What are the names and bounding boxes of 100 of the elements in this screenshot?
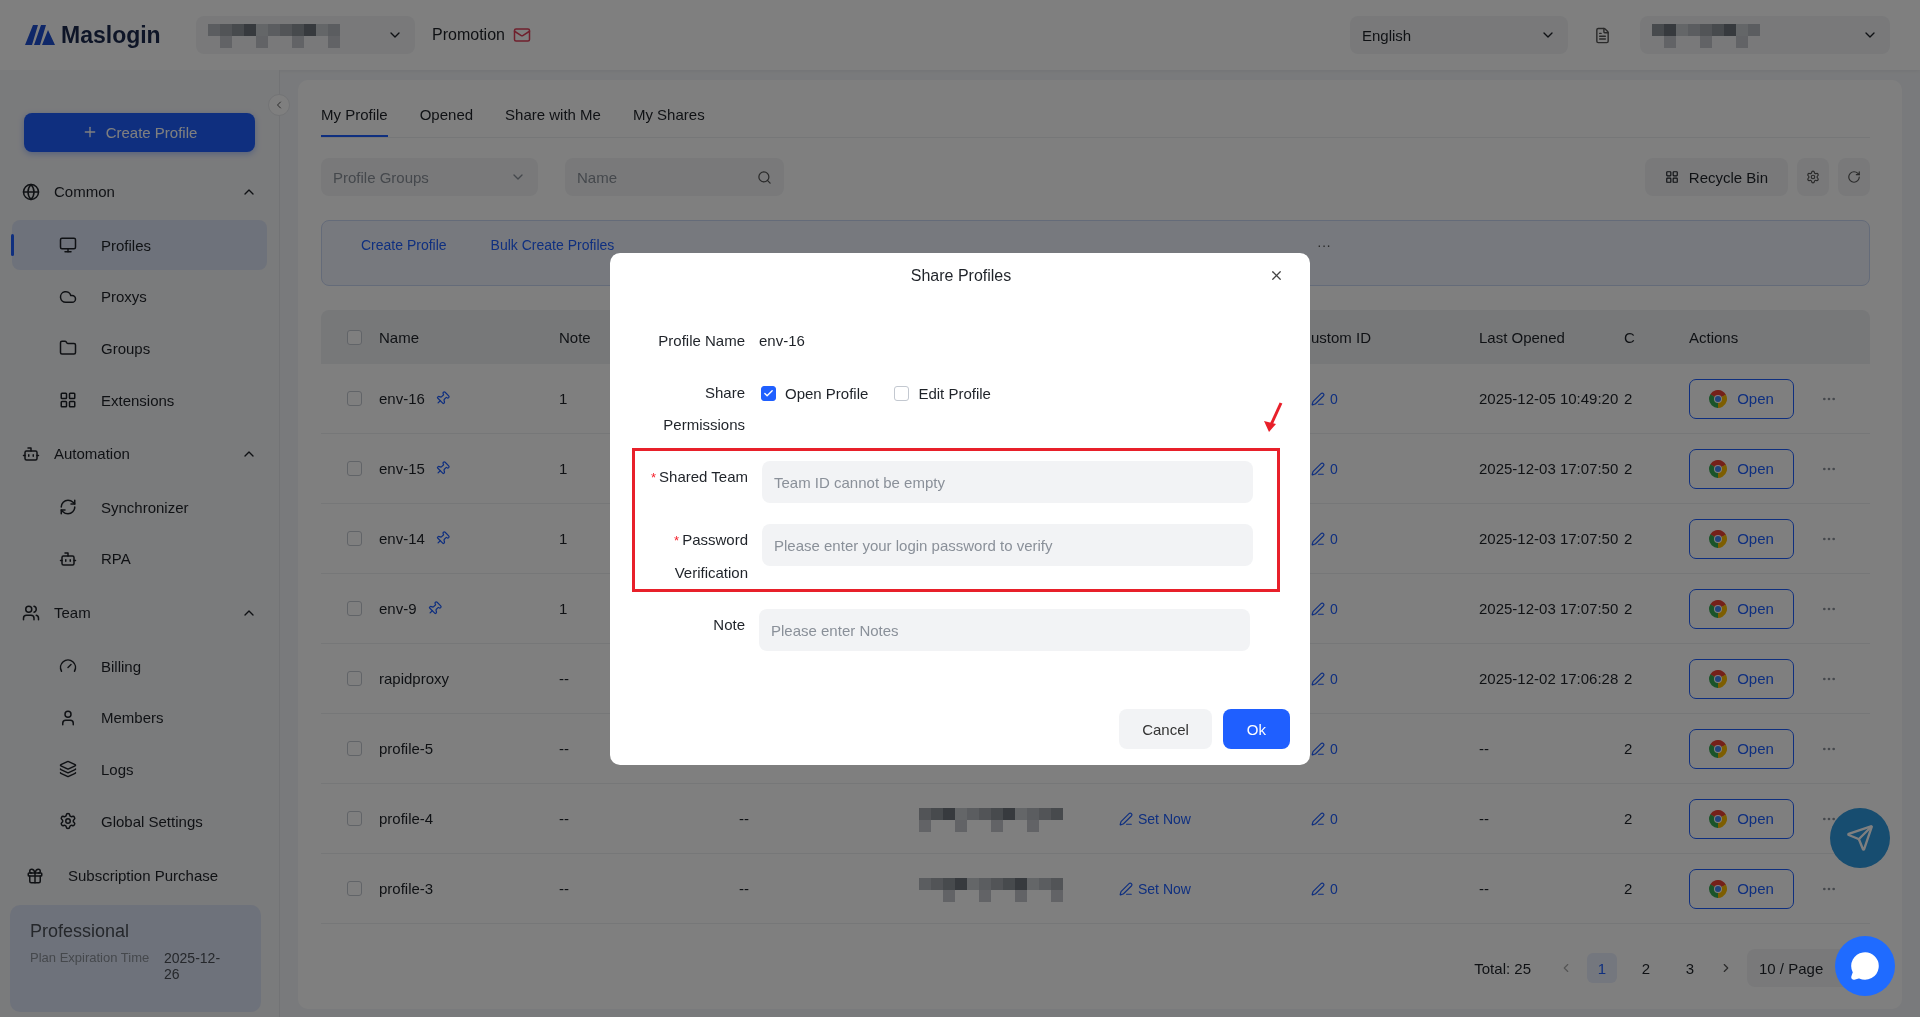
sidebar-item[interactable]: Proxys (12, 271, 267, 322)
sidebar-item[interactable]: Subscription Purchase (12, 846, 267, 905)
field-label: Share Permissions (662, 383, 745, 435)
create-profile-button[interactable]: Create Profile (24, 113, 255, 152)
sidebar-section[interactable]: Common (12, 163, 267, 220)
sidebar-item[interactable]: Groups (12, 323, 267, 374)
table-cell: -- (559, 740, 569, 757)
item-icon (59, 708, 77, 727)
sidebar-item[interactable]: Profiles (12, 220, 267, 270)
close-icon (1269, 268, 1284, 283)
table-cell: 1 (559, 530, 568, 547)
custom-id-link[interactable]: 0 (1311, 670, 1338, 687)
table-cell: -- (559, 810, 569, 827)
refresh-button[interactable] (1838, 158, 1870, 196)
sidebar-item[interactable]: Extensions (12, 375, 267, 425)
tab[interactable]: Opened (419, 106, 474, 137)
open-button[interactable]: Open (1689, 518, 1794, 559)
gift-mail-icon (512, 26, 531, 44)
page-button[interactable]: 2 (1631, 953, 1661, 983)
checkbox[interactable] (347, 671, 362, 686)
cancel-button[interactable]: Cancel (1119, 709, 1212, 749)
team-select[interactable] (196, 16, 415, 54)
sidebar-item[interactable]: Logs (12, 744, 267, 795)
close-button[interactable] (1269, 268, 1284, 283)
checkbox[interactable] (894, 385, 910, 401)
settings-icon (1806, 170, 1820, 184)
field-label: * Password Verification (673, 530, 748, 583)
custom-id-link[interactable]: 0 (1311, 390, 1338, 407)
custom-id-link[interactable]: 0 (1311, 810, 1338, 827)
open-button[interactable]: Open (1689, 798, 1794, 839)
collapse-button[interactable] (268, 94, 290, 116)
sidebar-item[interactable]: Global Settings (12, 796, 267, 846)
field-label: Profile Name (657, 331, 745, 351)
column-header: ustom ID (1311, 328, 1371, 346)
more-link[interactable]: ··· (1317, 237, 1331, 253)
permission-checkbox[interactable]: Edit Profile (892, 384, 991, 402)
logo-text: Maslogin (61, 21, 161, 49)
custom-id-link[interactable]: 0 (1311, 460, 1338, 477)
input-field[interactable]: Please enter Notes (759, 609, 1250, 651)
column-header: C (1624, 328, 1635, 346)
tab[interactable]: My Shares (632, 106, 705, 137)
table-cell: 2 (1624, 390, 1633, 407)
browser-icon (1709, 739, 1728, 758)
sidebar-item[interactable]: RPA (12, 534, 267, 584)
action-link[interactable]: Create Profile (361, 237, 447, 253)
table-cell: -- (559, 880, 569, 897)
checkbox[interactable] (347, 881, 362, 896)
total-count: Total: 25 (1474, 959, 1531, 977)
table-cell: 2 (1624, 810, 1633, 827)
custom-id-link[interactable]: 0 (1311, 880, 1338, 897)
action-link[interactable]: Bulk Create Profiles (490, 237, 615, 253)
promotion-link[interactable]: Promotion (432, 26, 505, 44)
table-cell: 2 (1624, 530, 1633, 547)
open-button[interactable]: Open (1689, 588, 1794, 629)
custom-id-link[interactable]: 0 (1311, 740, 1338, 757)
item-icon (59, 760, 77, 779)
browser-icon (1709, 599, 1728, 618)
custom-id-link[interactable]: 0 (1311, 600, 1338, 617)
sidebar-item[interactable]: Synchronizer (12, 482, 267, 533)
language-select[interactable]: English (1350, 16, 1568, 54)
sidebar-item[interactable]: Billing (12, 641, 267, 691)
pen-icon (1119, 881, 1133, 896)
set-now-link[interactable]: Set Now (1119, 880, 1191, 897)
input-field[interactable]: Team ID cannot be empty (762, 461, 1253, 503)
open-button[interactable]: Open (1689, 658, 1794, 699)
browser-icon (1709, 389, 1728, 408)
input-field[interactable]: Please enter your login password to verify (762, 524, 1253, 566)
open-button[interactable]: Open (1689, 378, 1794, 419)
column-header: Actions (1689, 328, 1739, 346)
settings-button[interactable] (1797, 158, 1829, 196)
sidebar-section[interactable]: Team (12, 584, 267, 641)
table-cell: profile-3 (379, 880, 434, 897)
checkbox[interactable] (347, 329, 362, 345)
custom-id-link[interactable]: 0 (1311, 530, 1338, 547)
checkbox[interactable] (347, 391, 362, 406)
checkbox[interactable] (347, 601, 362, 616)
checkbox[interactable] (347, 811, 362, 826)
checkbox[interactable] (347, 531, 362, 546)
set-now-link[interactable]: Set Now (1119, 810, 1191, 827)
column-header: Note (559, 328, 591, 346)
open-button[interactable]: Open (1689, 448, 1794, 489)
sidebar-section[interactable]: Automation (12, 425, 267, 482)
page-button[interactable]: 3 (1675, 953, 1705, 983)
permission-checkbox[interactable]: Open Profile (759, 384, 869, 402)
checkbox[interactable] (347, 461, 362, 476)
table-cell: profile-4 (379, 810, 434, 827)
page-button[interactable]: 1 (1587, 953, 1617, 983)
sidebar-item[interactable]: Members (12, 693, 267, 743)
tab[interactable]: My Profile (321, 106, 388, 137)
plan-name: Professional (30, 920, 131, 942)
open-button[interactable]: Open (1689, 868, 1794, 909)
recycle-bin-button[interactable]: Recycle Bin (1644, 158, 1788, 196)
chat-icon (1850, 951, 1880, 981)
account-select[interactable] (1640, 16, 1890, 54)
checkbox[interactable] (761, 385, 776, 401)
ok-button[interactable]: Ok (1222, 709, 1290, 749)
open-button[interactable]: Open (1689, 728, 1794, 769)
checkbox[interactable] (347, 741, 362, 756)
item-icon (59, 812, 77, 831)
tab[interactable]: Share with Me (505, 106, 601, 137)
